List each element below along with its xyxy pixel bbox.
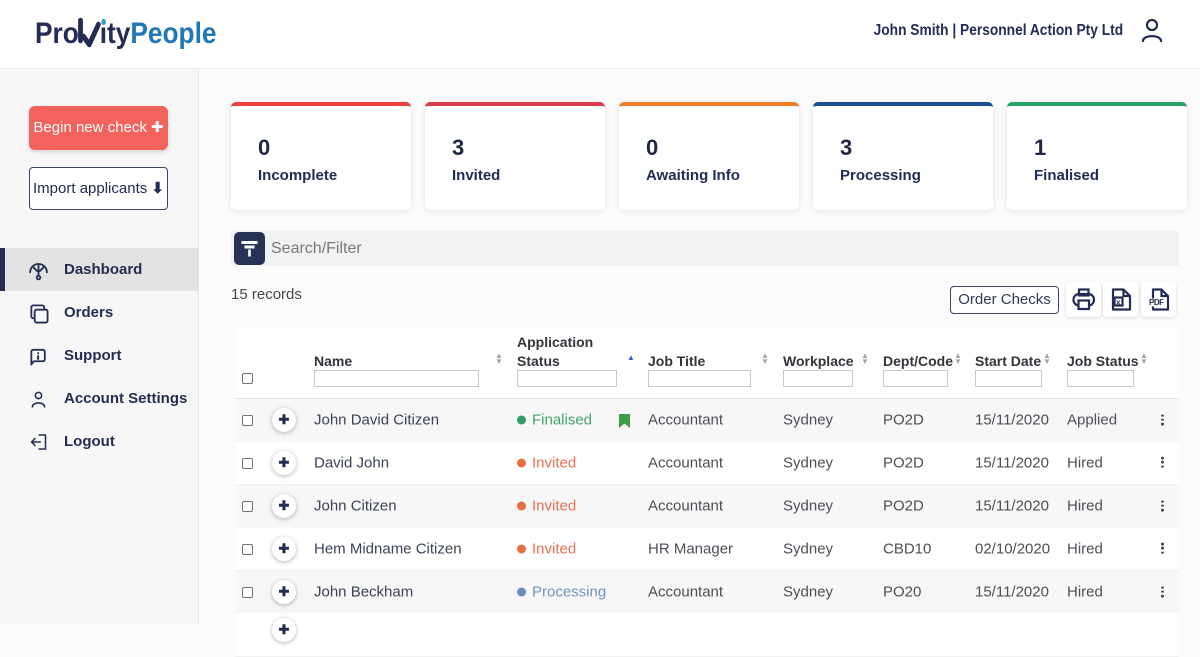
svg-text:PDF: PDF: [1149, 298, 1164, 307]
